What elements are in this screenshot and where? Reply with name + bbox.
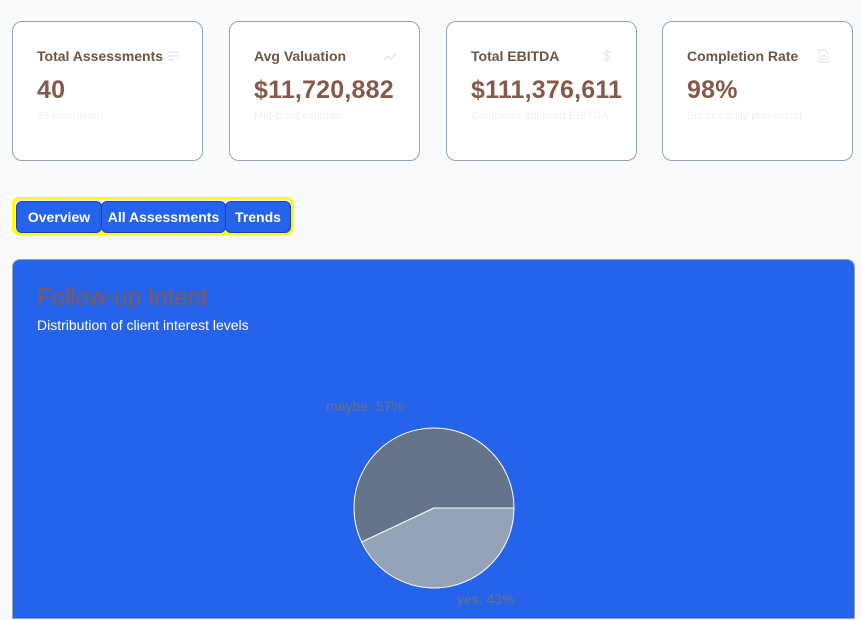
stat-card-subtitle: Successfully processed: [687, 110, 802, 122]
pie-chart: [353, 427, 515, 589]
stat-card-title: Total Assessments: [37, 48, 164, 64]
trend-icon: [383, 52, 397, 61]
tab-overview[interactable]: Overview: [16, 201, 102, 233]
dollar-icon: [603, 50, 611, 62]
stat-card-avg-valuation: Avg Valuation $11,720,882 Mid-point esti…: [229, 21, 420, 161]
stat-card-completion-rate: Completion Rate 98% Successfully process…: [662, 21, 853, 161]
stat-card-subtitle: 39 completed: [37, 110, 104, 122]
document-icon: [818, 49, 829, 63]
follow-up-intent-panel: Follow-up Intent Distribution of client …: [12, 259, 855, 619]
stat-card-value: $11,720,882: [254, 76, 394, 104]
stat-card-title: Avg Valuation: [254, 48, 347, 64]
stat-card-subtitle: Mid-point estimate: [254, 110, 344, 122]
tab-trends[interactable]: Trends: [225, 201, 291, 233]
tab-list: Overview All Assessments Trends: [12, 197, 294, 235]
pie-label-yes: yes: 43%: [457, 591, 515, 607]
stat-card-title: Total EBITDA: [471, 48, 560, 64]
pie-label-maybe: maybe: 57%: [326, 398, 404, 414]
stat-card-title: Completion Rate: [687, 48, 799, 64]
stat-card-subtitle: Combined adjusted EBITDA: [471, 110, 609, 122]
file-list-icon: [168, 51, 178, 61]
tab-all-assessments[interactable]: All Assessments: [101, 201, 226, 233]
stat-card-value: 98%: [687, 76, 738, 104]
stat-card-value: $111,376,611: [471, 76, 623, 104]
stat-card-value: 40: [37, 76, 66, 104]
stat-card-total-ebitda: Total EBITDA $111,376,611 Combined adjus…: [446, 21, 637, 161]
stat-card-total-assessments: Total Assessments 40 39 completed: [12, 21, 203, 161]
